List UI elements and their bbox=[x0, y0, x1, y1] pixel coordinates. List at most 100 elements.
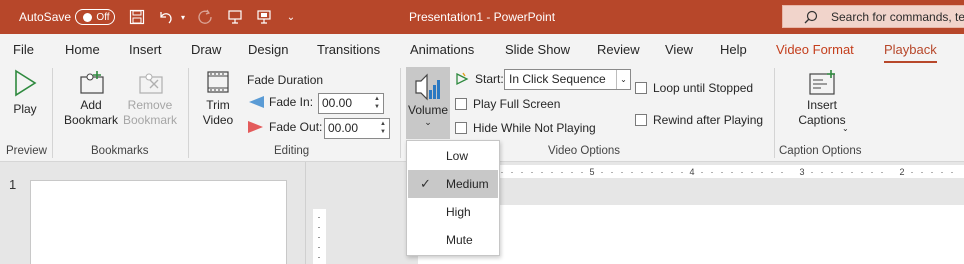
start-row: Start: bbox=[454, 72, 504, 86]
play-label: Play bbox=[13, 102, 37, 116]
tab-animations[interactable]: Animations bbox=[410, 42, 474, 57]
autosave-state: Off bbox=[96, 11, 110, 23]
chevron-down-icon: ⌄ bbox=[424, 117, 432, 127]
tab-insert[interactable]: Insert bbox=[129, 42, 162, 57]
play-full-screen-label: Play Full Screen bbox=[473, 97, 561, 111]
volume-option-low[interactable]: Low bbox=[408, 142, 498, 170]
menu-item-label: Mute bbox=[446, 233, 473, 247]
add-bookmark-button[interactable]: Add Bookmark bbox=[63, 68, 119, 128]
insert-captions-button[interactable]: Insert Captions bbox=[786, 68, 858, 128]
group-divider bbox=[188, 68, 189, 158]
chevron-down-icon: ⌄ bbox=[616, 70, 630, 89]
checkbox-box[interactable] bbox=[635, 114, 647, 126]
tab-slide-show[interactable]: Slide Show bbox=[505, 42, 570, 57]
start-select[interactable]: In Click Sequence ⌄ bbox=[504, 69, 631, 90]
group-label-preview: Preview bbox=[6, 145, 47, 157]
tab-file[interactable]: File bbox=[13, 42, 34, 57]
volume-icon bbox=[415, 73, 440, 101]
vertical-ruler bbox=[313, 209, 326, 264]
checkmark-icon: ✓ bbox=[420, 176, 431, 191]
tab-draw[interactable]: Draw bbox=[191, 42, 221, 57]
tab-video-format[interactable]: Video Format bbox=[776, 42, 854, 57]
tab-design[interactable]: Design bbox=[248, 42, 288, 57]
loop-until-stopped-checkbox[interactable]: Loop until Stopped bbox=[635, 81, 753, 95]
spinner-arrows-icon[interactable]: ▲ ▼ bbox=[372, 95, 382, 112]
start-label: Start: bbox=[475, 72, 504, 86]
autosave-toggle[interactable]: Off bbox=[75, 9, 115, 25]
tab-view[interactable]: View bbox=[665, 42, 693, 57]
insert-captions-icon bbox=[809, 70, 835, 95]
title-bar: AutoSave Off ▾ ⌄ Presentation1 - PowerPo… bbox=[0, 0, 964, 34]
fade-out-value: 00.00 bbox=[328, 121, 359, 135]
fade-in-row: Fade In: bbox=[247, 95, 313, 109]
fade-in-value: 00.00 bbox=[322, 96, 353, 110]
fade-out-row: Fade Out: bbox=[247, 120, 322, 134]
undo-dropdown-icon[interactable]: ▾ bbox=[177, 0, 189, 34]
slide-thumbnail-pane: 1 bbox=[0, 162, 306, 264]
present-from-start-icon[interactable] bbox=[225, 0, 245, 34]
tab-playback[interactable]: Playback bbox=[884, 42, 937, 63]
present-from-current-icon[interactable] bbox=[254, 0, 274, 34]
volume-option-high[interactable]: High bbox=[408, 198, 498, 226]
rewind-after-playing-checkbox[interactable]: Rewind after Playing bbox=[635, 113, 763, 127]
volume-label: Volume bbox=[407, 103, 449, 117]
ruler-label: 5 bbox=[589, 167, 594, 177]
slide-thumbnail[interactable] bbox=[30, 180, 287, 264]
group-divider bbox=[400, 68, 401, 158]
hide-while-not-playing-checkbox[interactable]: Hide While Not Playing bbox=[455, 121, 596, 135]
tab-help[interactable]: Help bbox=[720, 42, 747, 57]
toggle-knob bbox=[83, 12, 93, 22]
trim-video-button[interactable]: Trim Video bbox=[198, 68, 238, 128]
checkbox-box[interactable] bbox=[635, 82, 647, 94]
group-divider bbox=[774, 68, 775, 158]
tab-home[interactable]: Home bbox=[65, 42, 100, 57]
customize-toolbar-icon[interactable]: ⌄ bbox=[284, 0, 298, 34]
start-value: In Click Sequence bbox=[509, 72, 606, 86]
remove-bookmark-label-1: Remove bbox=[127, 98, 173, 112]
volume-option-medium[interactable]: ✓ Medium bbox=[408, 170, 498, 198]
tab-transitions[interactable]: Transitions bbox=[317, 42, 380, 57]
fade-in-spinner[interactable]: 00.00 ▲ ▼ bbox=[318, 93, 384, 114]
fade-in-icon bbox=[249, 96, 264, 108]
play-button[interactable]: Play bbox=[10, 68, 40, 117]
rewind-after-playing-label: Rewind after Playing bbox=[653, 113, 764, 127]
tab-review[interactable]: Review bbox=[597, 42, 640, 57]
chevron-down-icon: ⌄ bbox=[842, 124, 849, 133]
play-icon bbox=[15, 69, 37, 97]
checkbox-box[interactable] bbox=[455, 98, 467, 110]
remove-bookmark-button[interactable]: Remove Bookmark bbox=[122, 68, 178, 128]
volume-menu: Low ✓ Medium High Mute bbox=[406, 140, 500, 256]
slide-number: 1 bbox=[9, 177, 17, 192]
menu-item-label: High bbox=[446, 205, 471, 219]
menu-item-label: Low bbox=[446, 149, 469, 163]
loop-until-stopped-label: Loop until Stopped bbox=[653, 81, 754, 95]
remove-bookmark-icon bbox=[139, 73, 163, 94]
trim-video-icon bbox=[207, 71, 229, 93]
group-label-bookmarks: Bookmarks bbox=[91, 145, 149, 157]
undo-icon[interactable] bbox=[156, 0, 176, 34]
start-icon bbox=[456, 72, 469, 86]
play-full-screen-checkbox[interactable]: Play Full Screen bbox=[455, 97, 560, 111]
save-icon[interactable] bbox=[127, 0, 147, 34]
add-bookmark-label-2: Bookmark bbox=[63, 113, 119, 127]
add-bookmark-icon bbox=[80, 71, 104, 94]
trim-label-1: Trim bbox=[206, 98, 230, 112]
insert-captions-label-1: Insert bbox=[806, 98, 837, 112]
fade-out-label: Fade Out: bbox=[269, 120, 323, 134]
spinner-arrows-icon[interactable]: ▲ ▼ bbox=[378, 120, 388, 137]
redo-icon[interactable] bbox=[195, 0, 215, 34]
menu-item-label: Medium bbox=[446, 177, 489, 191]
volume-option-mute[interactable]: Mute bbox=[408, 226, 498, 254]
search-box[interactable]: Search for commands, te bbox=[782, 5, 964, 28]
ruler-label: 2 bbox=[899, 167, 904, 177]
checkbox-box[interactable] bbox=[455, 122, 467, 134]
volume-button[interactable]: Volume ⌄ bbox=[406, 67, 450, 139]
add-bookmark-label-1: Add bbox=[80, 98, 102, 112]
fade-out-spinner[interactable]: 00.00 ▲ ▼ bbox=[324, 118, 390, 139]
horizontal-ruler: 5 4 3 2 bbox=[498, 165, 964, 178]
insert-captions-label-2: Captions bbox=[798, 113, 846, 127]
hide-while-not-playing-label: Hide While Not Playing bbox=[473, 121, 596, 135]
ruler-label: 3 bbox=[799, 167, 804, 177]
fade-duration-label: Fade Duration bbox=[247, 73, 324, 87]
trim-label-2: Video bbox=[202, 113, 234, 127]
